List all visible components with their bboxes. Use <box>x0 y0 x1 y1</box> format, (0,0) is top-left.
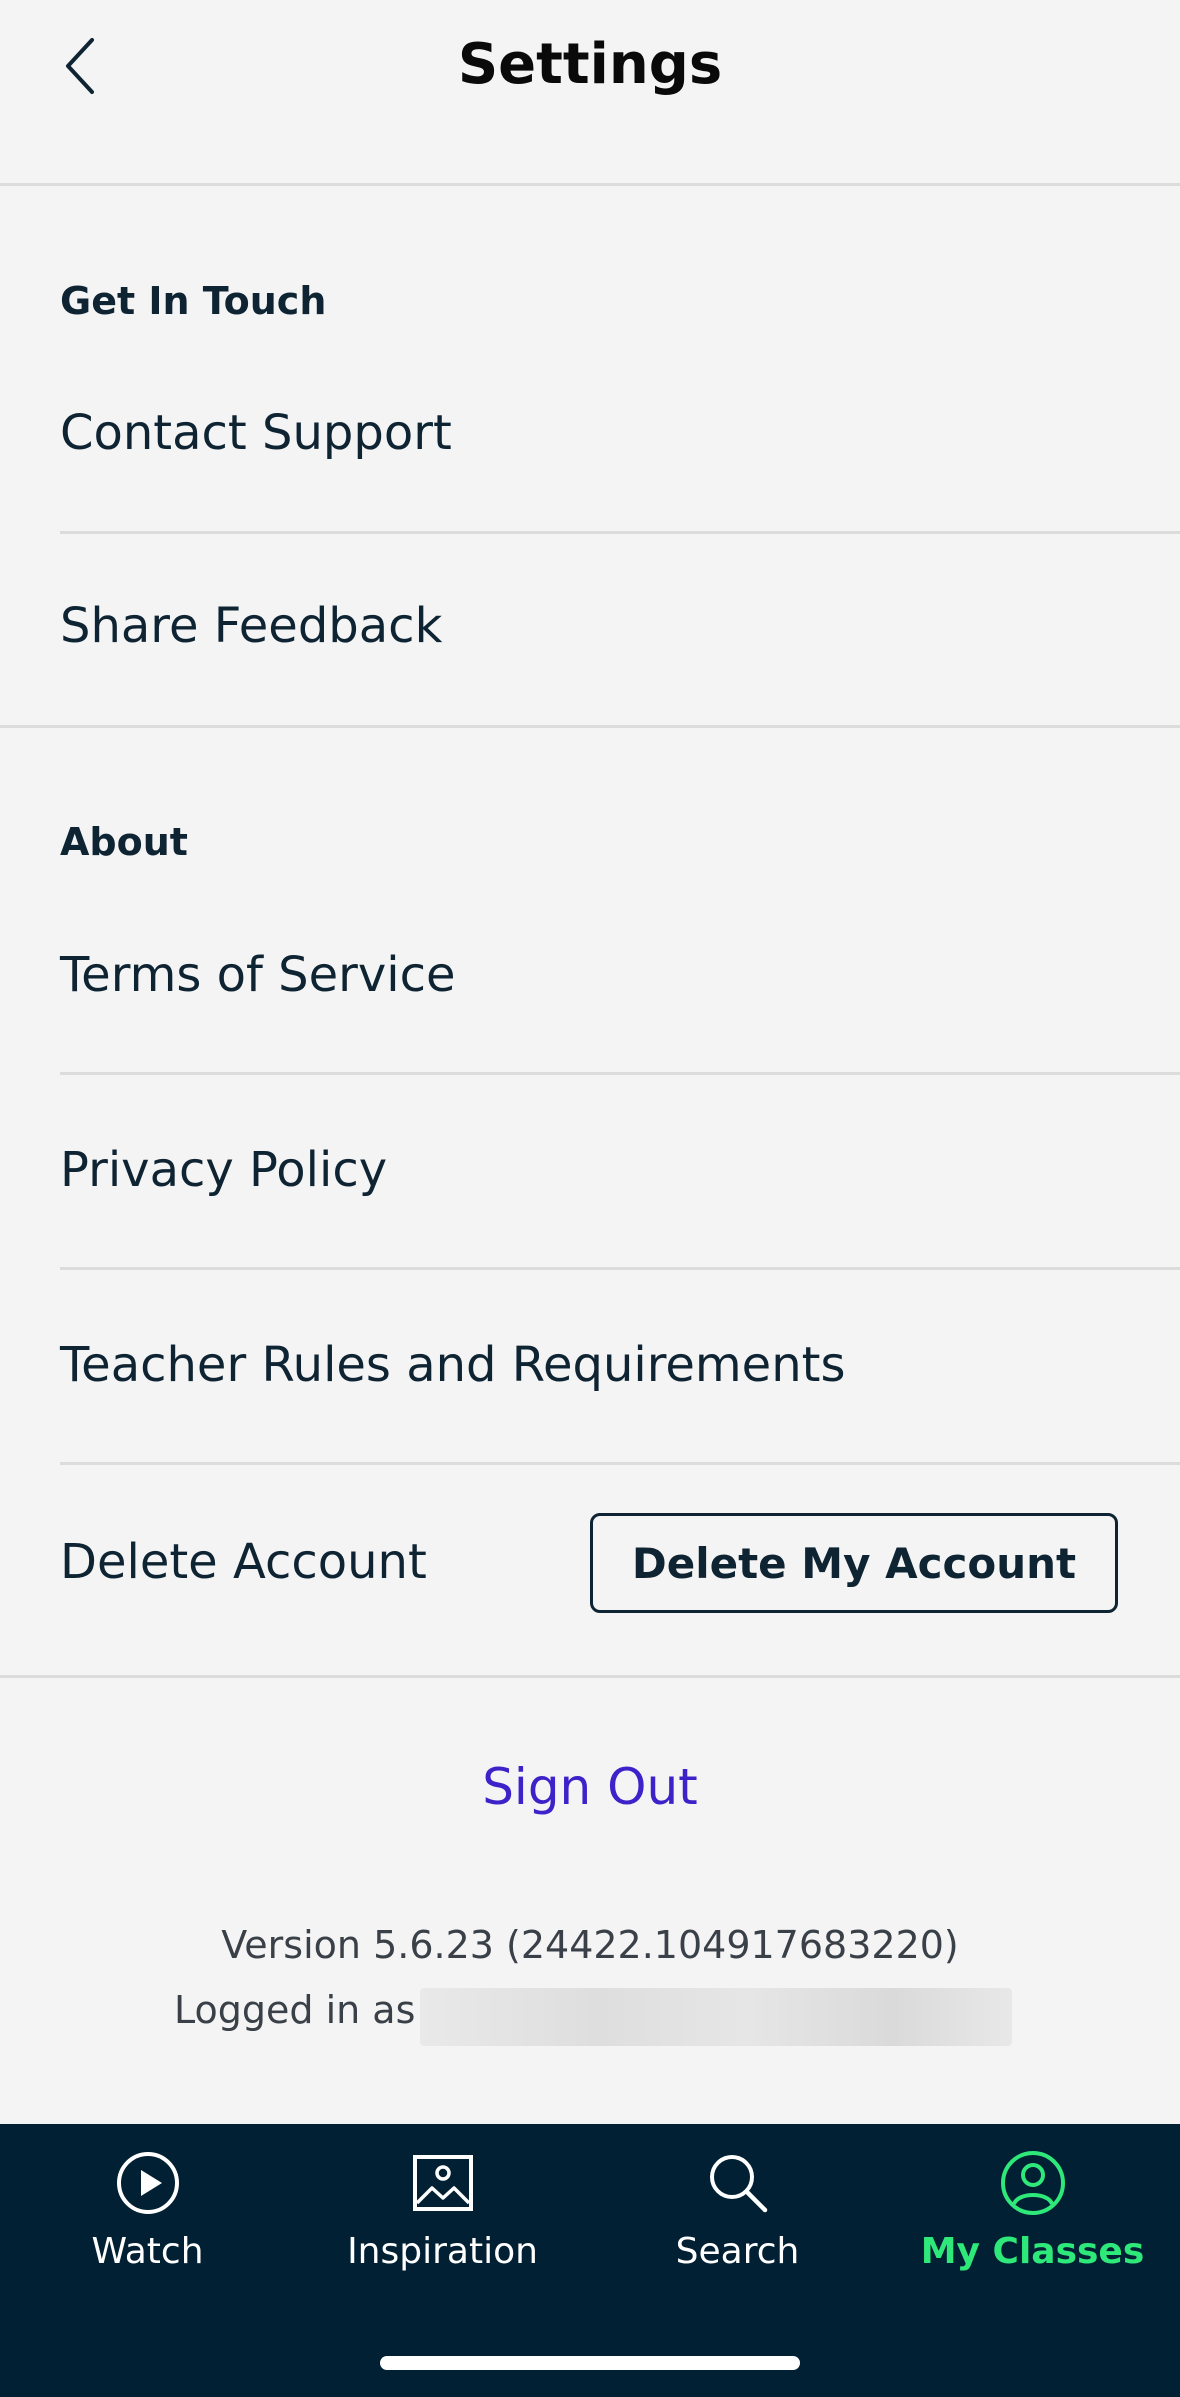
teacher-rules-label: Teacher Rules and Requirements <box>60 1337 846 1393</box>
section-divider <box>0 725 1180 728</box>
redacted-email <box>420 1988 1012 2046</box>
sign-out-link[interactable]: Sign Out <box>0 1755 1180 1819</box>
tab-search-label: Search <box>675 2231 800 2272</box>
section-title-about: About <box>60 820 188 864</box>
tab-my-classes[interactable]: My Classes <box>885 2148 1180 2288</box>
tab-inspiration-label: Inspiration <box>347 2231 538 2272</box>
logged-in-label: Logged in as <box>174 1988 416 2032</box>
image-icon <box>412 2155 473 2211</box>
delete-my-account-button[interactable]: Delete My Account <box>590 1513 1118 1613</box>
section-title-get-in-touch: Get In Touch <box>60 279 327 323</box>
tab-my-classes-label: My Classes <box>920 2231 1145 2272</box>
header: Settings <box>0 0 1180 186</box>
page-title: Settings <box>457 32 723 97</box>
terms-of-service-label: Terms of Service <box>60 947 456 1003</box>
delete-account-label: Delete Account <box>60 1534 427 1590</box>
section-divider <box>0 1675 1180 1678</box>
home-indicator <box>380 2356 800 2370</box>
terms-of-service-row[interactable]: Terms of Service <box>60 880 1180 1074</box>
contact-support-label: Contact Support <box>60 405 452 461</box>
tab-inspiration[interactable]: Inspiration <box>295 2148 590 2288</box>
version-text: Version 5.6.23 (24422.104917683220) <box>221 1923 959 1967</box>
tab-watch[interactable]: Watch <box>0 2148 295 2288</box>
tab-search[interactable]: Search <box>590 2148 885 2288</box>
tab-watch-label: Watch <box>91 2231 204 2272</box>
search-icon <box>709 2155 767 2213</box>
user-circle-icon <box>1000 2151 1065 2215</box>
privacy-policy-row[interactable]: Privacy Policy <box>60 1075 1180 1269</box>
contact-support-row[interactable]: Contact Support <box>60 340 1180 534</box>
play-circle-icon <box>116 2152 179 2214</box>
privacy-policy-label: Privacy Policy <box>60 1142 388 1198</box>
share-feedback-label: Share Feedback <box>60 598 443 654</box>
teacher-rules-row[interactable]: Teacher Rules and Requirements <box>60 1270 1180 1464</box>
tab-bar: Watch Inspiration Search My Classes <box>0 2124 1180 2397</box>
share-feedback-row[interactable]: Share Feedback <box>60 534 1180 728</box>
